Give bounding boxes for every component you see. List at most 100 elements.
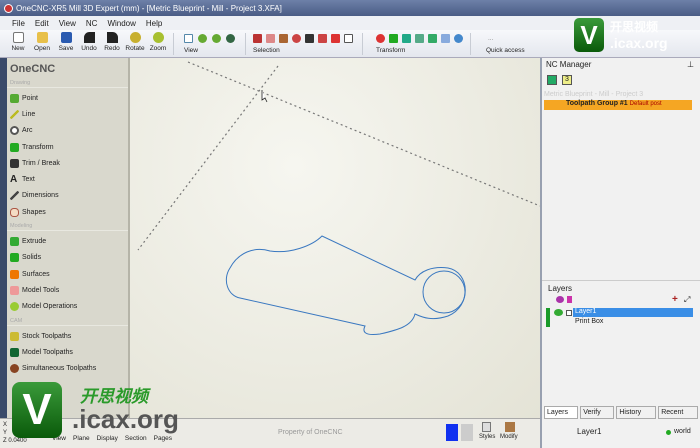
watermark-logo-top: V 开思视频 .icax.org bbox=[574, 18, 696, 54]
toolpath-group-row[interactable]: Toolpath Group #1 Default post bbox=[544, 100, 692, 110]
app-icon bbox=[4, 4, 13, 13]
mirror-icon[interactable] bbox=[415, 34, 424, 43]
copy-icon[interactable] bbox=[402, 34, 411, 43]
undo-button[interactable]: Undo bbox=[77, 32, 101, 52]
panel-title: OneCNC bbox=[10, 63, 56, 75]
layer-row-selected[interactable]: Layer1 bbox=[573, 308, 693, 317]
move-icon[interactable] bbox=[389, 34, 398, 43]
delete-icon[interactable] bbox=[376, 34, 385, 43]
select-color-icon[interactable] bbox=[331, 34, 340, 43]
redo-button[interactable]: Redo bbox=[100, 32, 124, 52]
surfaces-icon bbox=[10, 269, 19, 279]
zoom-in-icon[interactable] bbox=[198, 34, 207, 43]
simultaneous-toolpaths-icon bbox=[10, 364, 19, 374]
arc-icon bbox=[10, 126, 19, 136]
tab-recent[interactable]: Recent bbox=[658, 406, 698, 419]
menu-nc[interactable]: NC bbox=[86, 19, 98, 30]
zoom-label: Zoom bbox=[149, 45, 167, 52]
undo-label: Undo bbox=[81, 45, 97, 52]
color-swatch-primary[interactable] bbox=[446, 424, 458, 441]
tool-model-toolpaths[interactable]: Model Toolpaths bbox=[7, 344, 128, 360]
extrude-icon bbox=[10, 237, 19, 247]
tool-model-operations[interactable]: Model Operations bbox=[7, 299, 128, 315]
divider bbox=[470, 33, 471, 55]
redo-icon bbox=[106, 32, 118, 43]
tool-stock-toolpaths[interactable]: Stock Toolpaths bbox=[7, 328, 128, 344]
axis-line-x bbox=[187, 61, 541, 207]
divider bbox=[245, 33, 246, 55]
menu-view[interactable]: View bbox=[59, 19, 76, 30]
array-icon[interactable] bbox=[454, 34, 463, 43]
menu-help[interactable]: Help bbox=[146, 19, 162, 30]
tool-solids[interactable]: Solids bbox=[7, 250, 128, 266]
tab-verify[interactable]: Verify bbox=[580, 406, 615, 419]
drawing-canvas[interactable] bbox=[130, 58, 541, 418]
tool-line[interactable]: Line bbox=[7, 106, 128, 122]
tab-history[interactable]: History bbox=[616, 406, 657, 419]
select-layer-icon[interactable] bbox=[318, 34, 327, 43]
watermark-cn: 开思视频 bbox=[610, 20, 659, 34]
layer-row[interactable]: Print Box bbox=[573, 318, 603, 325]
menu-edit[interactable]: Edit bbox=[35, 19, 49, 30]
pin-icon[interactable]: ⊥ bbox=[687, 60, 694, 69]
select-add-icon[interactable] bbox=[253, 34, 262, 43]
modify-button[interactable]: Modify bbox=[500, 434, 518, 440]
layer-visible-icon[interactable] bbox=[554, 309, 563, 316]
add-layer-icon[interactable]: + bbox=[672, 294, 678, 305]
select-all-icon[interactable] bbox=[305, 34, 314, 43]
quick-access-dots[interactable]: ... bbox=[488, 35, 493, 42]
expand-icon[interactable]: ⤢ bbox=[684, 295, 690, 305]
tool-arc[interactable]: Arc bbox=[7, 123, 128, 139]
tool-extrude[interactable]: Extrude bbox=[7, 233, 128, 249]
save-button[interactable]: Save bbox=[54, 32, 78, 52]
tool-transform[interactable]: Transform bbox=[7, 139, 128, 155]
layers-title: Layers bbox=[548, 284, 573, 293]
layer-checkbox[interactable] bbox=[566, 310, 572, 316]
tool-simultaneous-toolpaths[interactable]: Simultaneous Toolpaths bbox=[7, 360, 128, 376]
rotate-button[interactable]: Rotate bbox=[123, 32, 147, 52]
tool-shapes[interactable]: Shapes bbox=[7, 204, 128, 220]
tool-label: Stock Toolpaths bbox=[22, 332, 72, 340]
zoom-button[interactable]: Zoom bbox=[146, 32, 170, 52]
select-none-icon[interactable] bbox=[344, 34, 353, 43]
tool-label: Arc bbox=[22, 127, 33, 135]
tool-point[interactable]: Point bbox=[7, 90, 128, 106]
stock-toolpaths-icon bbox=[10, 331, 19, 341]
select-window-icon[interactable] bbox=[279, 34, 288, 43]
model-tools-icon bbox=[10, 285, 19, 295]
color-swatch-secondary[interactable] bbox=[461, 424, 473, 441]
tool-dimensions[interactable]: Dimensions bbox=[7, 188, 128, 204]
transform-icon bbox=[10, 142, 19, 152]
nc-manager-title: NC Manager bbox=[546, 60, 592, 69]
zoom-out-icon[interactable] bbox=[212, 34, 221, 43]
select-solid-icon[interactable] bbox=[292, 34, 301, 43]
left-panel: OneCNC Drawing Point Line Arc Transform … bbox=[7, 58, 130, 418]
zoom-fit-icon[interactable] bbox=[226, 34, 235, 43]
part-hole[interactable] bbox=[422, 270, 466, 314]
visibility-icon bbox=[556, 296, 564, 303]
menu-file[interactable]: File bbox=[12, 19, 25, 30]
tool-text[interactable]: A Text bbox=[7, 171, 128, 187]
scale-icon[interactable] bbox=[441, 34, 450, 43]
select-chain-icon[interactable] bbox=[266, 34, 275, 43]
line-icon bbox=[10, 109, 19, 119]
tool-trim-break[interactable]: Trim / Break bbox=[7, 155, 128, 171]
post-label: Default post bbox=[629, 101, 662, 107]
new-button[interactable]: New bbox=[6, 32, 30, 52]
tool-surfaces[interactable]: Surfaces bbox=[7, 266, 128, 282]
menu-window[interactable]: Window bbox=[107, 19, 135, 30]
layer-color-bar bbox=[546, 308, 550, 327]
section-modeling: Modeling bbox=[7, 222, 128, 232]
part-outline[interactable] bbox=[225, 235, 466, 335]
watermark-letter: V bbox=[574, 18, 604, 52]
rotate-transform-icon[interactable] bbox=[428, 34, 437, 43]
nc-badge[interactable]: 3 bbox=[562, 75, 572, 85]
tab-layers[interactable]: Layers bbox=[544, 406, 579, 419]
styles-button[interactable]: Styles bbox=[479, 434, 495, 440]
zoom-window-icon[interactable] bbox=[184, 34, 193, 43]
transform-group-label: Transform bbox=[376, 47, 406, 54]
open-button[interactable]: Open bbox=[30, 32, 54, 52]
tool-model-tools[interactable]: Model Tools bbox=[7, 282, 128, 298]
view-group-label: View bbox=[184, 47, 198, 54]
nc-tool-icon[interactable] bbox=[547, 75, 557, 85]
